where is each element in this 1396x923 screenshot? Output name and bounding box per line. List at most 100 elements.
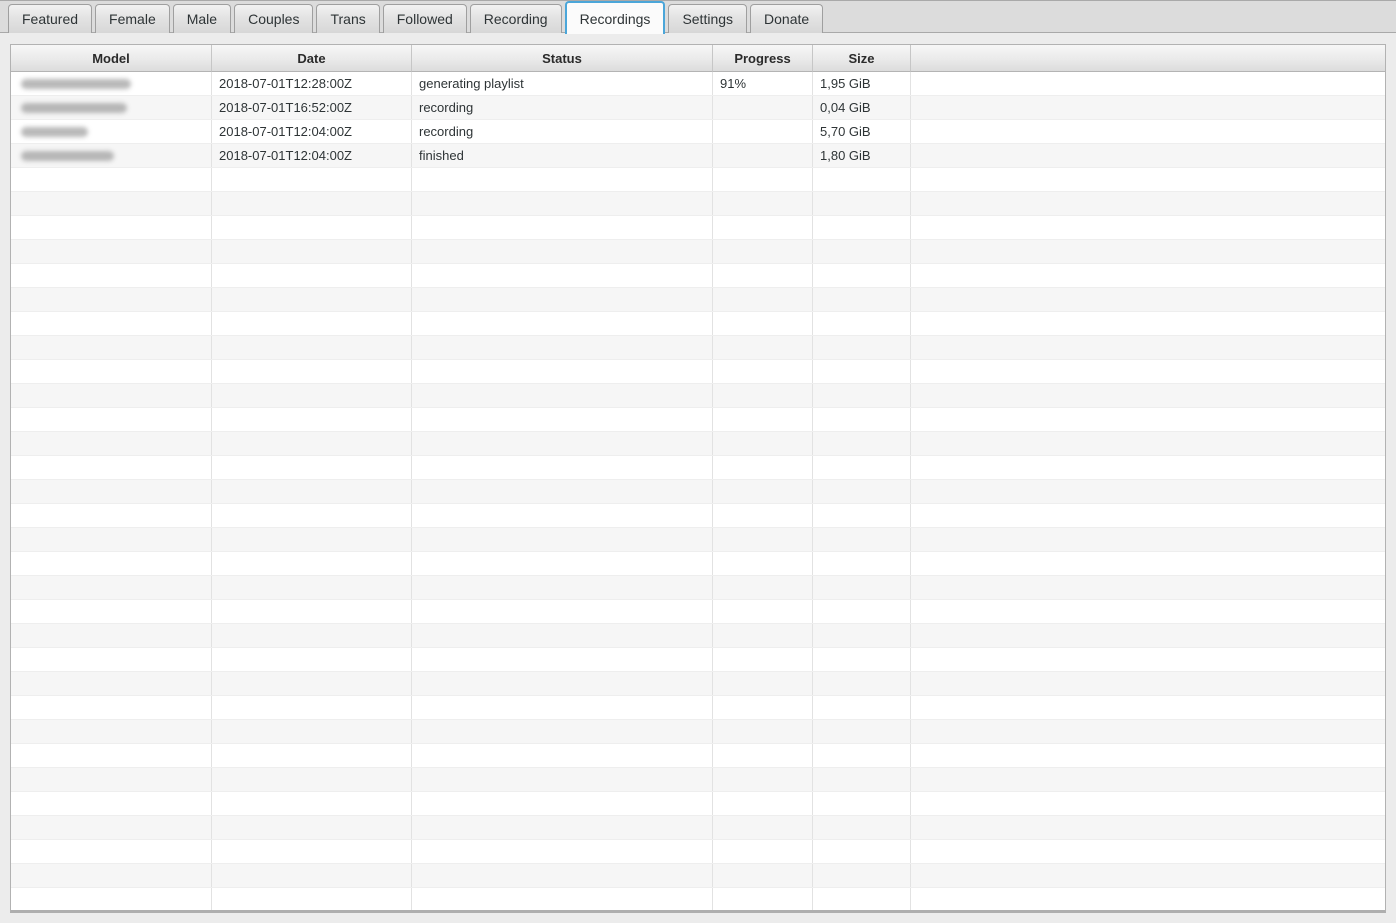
- cell-size: [813, 456, 911, 479]
- cell-filler: [911, 240, 1385, 263]
- cell-progress: [713, 792, 813, 815]
- cell-progress: [713, 312, 813, 335]
- column-header-size[interactable]: Size: [813, 45, 911, 72]
- table-row[interactable]: 2018-07-01T12:04:00Z finished 1,80 GiB: [11, 144, 1385, 168]
- table-row-empty: [11, 816, 1385, 840]
- cell-filler: [911, 456, 1385, 479]
- cell-date: [212, 288, 412, 311]
- cell-size: [813, 168, 911, 191]
- cell-progress: [713, 768, 813, 791]
- cell-filler: [911, 408, 1385, 431]
- table-row-empty: [11, 312, 1385, 336]
- cell-status: [412, 432, 713, 455]
- table-row[interactable]: 2018-07-01T12:28:00Z generating playlist 9…: [11, 72, 1385, 96]
- cell-status: recording: [412, 96, 713, 119]
- column-header-model[interactable]: Model: [11, 45, 212, 72]
- table-row-empty: [11, 648, 1385, 672]
- cell-filler: [911, 312, 1385, 335]
- cell-status: [412, 336, 713, 359]
- cell-date: [212, 504, 412, 527]
- cell-model: [11, 456, 212, 479]
- tab-donate[interactable]: Donate: [750, 4, 824, 33]
- cell-size: [813, 336, 911, 359]
- cell-date: [212, 888, 412, 910]
- cell-filler: [911, 168, 1385, 191]
- tab-trans[interactable]: Trans: [316, 4, 380, 33]
- cell-status: [412, 648, 713, 671]
- cell-model: [11, 888, 212, 910]
- column-header-filler: [911, 45, 1385, 72]
- cell-progress: [713, 360, 813, 383]
- cell-size: 0,04 GiB: [813, 96, 911, 119]
- column-header-status[interactable]: Status: [412, 45, 713, 72]
- cell-status: [412, 456, 713, 479]
- cell-filler: [911, 816, 1385, 839]
- table-row-empty: [11, 384, 1385, 408]
- cell-date: [212, 360, 412, 383]
- cell-progress: [713, 672, 813, 695]
- redacted-model-name: [21, 126, 88, 137]
- tab-followed[interactable]: Followed: [382, 4, 467, 33]
- table-row-empty: [11, 216, 1385, 240]
- cell-size: [813, 288, 911, 311]
- cell-date: 2018-07-01T12:04:00Z: [212, 120, 412, 143]
- cell-date: [212, 648, 412, 671]
- tab-couples[interactable]: Couples: [234, 4, 314, 33]
- cell-size: [813, 816, 911, 839]
- cell-status: [412, 864, 713, 887]
- cell-model: [11, 360, 212, 383]
- cell-model: [11, 672, 212, 695]
- cell-size: [813, 600, 911, 623]
- cell-status: [412, 792, 713, 815]
- cell-filler: [911, 96, 1385, 119]
- table-row-empty: [11, 576, 1385, 600]
- table-row-empty: [11, 840, 1385, 864]
- tab-recordings[interactable]: Recordings: [564, 1, 666, 34]
- cell-size: [813, 384, 911, 407]
- table-row-empty: [11, 888, 1385, 910]
- tab-settings[interactable]: Settings: [668, 4, 748, 33]
- table-row-empty: [11, 672, 1385, 696]
- tab-female[interactable]: Female: [95, 4, 170, 33]
- column-header-progress[interactable]: Progress: [713, 45, 813, 72]
- table-row[interactable]: 2018-07-01T16:52:00Z recording 0,04 GiB: [11, 96, 1385, 120]
- table-row[interactable]: 2018-07-01T12:04:00Z recording 5,70 GiB: [11, 120, 1385, 144]
- cell-status: [412, 888, 713, 910]
- cell-status: [412, 312, 713, 335]
- cell-status: generating playlist: [412, 72, 713, 95]
- cell-status: [412, 744, 713, 767]
- tab-featured[interactable]: Featured: [8, 4, 93, 33]
- cell-filler: [911, 888, 1385, 910]
- cell-size: [813, 408, 911, 431]
- table-row-empty: [11, 624, 1385, 648]
- cell-status: [412, 168, 713, 191]
- cell-filler: [911, 360, 1385, 383]
- cell-progress: [713, 528, 813, 551]
- cell-status: [412, 480, 713, 503]
- cell-status: [412, 288, 713, 311]
- cell-progress: [713, 600, 813, 623]
- cell-size: [813, 624, 911, 647]
- cell-progress: [713, 120, 813, 143]
- cell-status: [412, 216, 713, 239]
- column-header-date[interactable]: Date: [212, 45, 412, 72]
- table-row-empty: [11, 552, 1385, 576]
- cell-date: [212, 696, 412, 719]
- cell-date: [212, 720, 412, 743]
- cell-model: [11, 816, 212, 839]
- cell-progress: [713, 168, 813, 191]
- cell-date: 2018-07-01T12:28:00Z: [212, 72, 412, 95]
- cell-filler: [911, 120, 1385, 143]
- tab-male[interactable]: Male: [172, 4, 232, 33]
- cell-model: [11, 480, 212, 503]
- cell-size: 5,70 GiB: [813, 120, 911, 143]
- tab-recording[interactable]: Recording: [469, 4, 562, 33]
- cell-date: [212, 768, 412, 791]
- cell-model: [11, 144, 212, 167]
- cell-model: [11, 384, 212, 407]
- redacted-model-name: [21, 78, 131, 89]
- redacted-model-name: [21, 150, 114, 161]
- cell-size: 1,80 GiB: [813, 144, 911, 167]
- cell-progress: [713, 648, 813, 671]
- cell-progress: [713, 96, 813, 119]
